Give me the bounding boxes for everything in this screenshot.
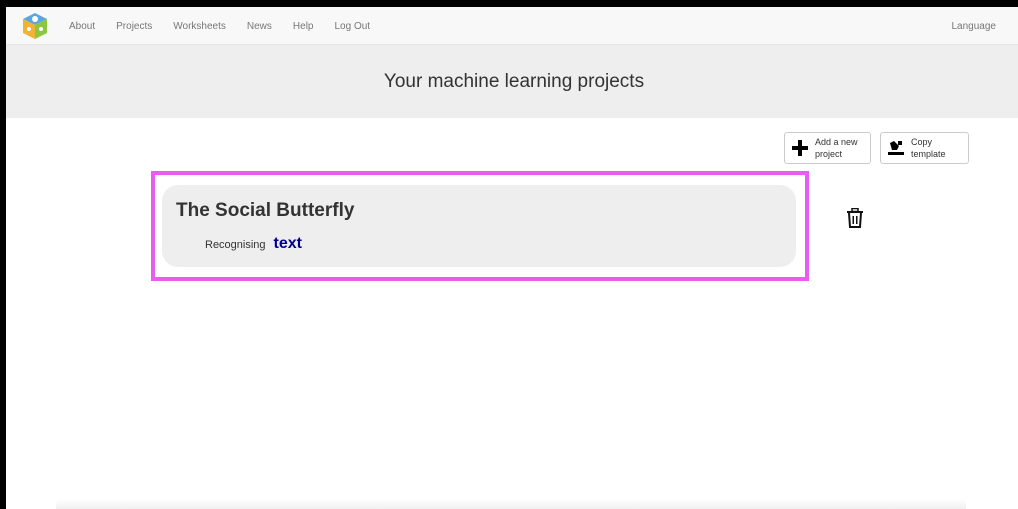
copy-template-icon (888, 141, 904, 155)
add-new-project-label: Add a new project (815, 136, 867, 160)
nav-links: About Projects Worksheets News Help Log … (69, 7, 391, 45)
project-type-value: text (273, 235, 302, 252)
ml4k-logo-icon[interactable] (22, 12, 48, 40)
nav-help[interactable]: Help (293, 21, 314, 32)
add-new-project-button[interactable]: Add a new project (784, 132, 871, 164)
copy-label-line1: Copy (911, 137, 933, 147)
plus-icon (792, 140, 808, 156)
nav-language[interactable]: Language (952, 7, 997, 45)
app-window: About Projects Worksheets News Help Log … (6, 7, 1018, 509)
page-title: Your machine learning projects (383, 70, 645, 92)
nav-projects[interactable]: Projects (116, 21, 152, 32)
add-label-line1: Add a new (815, 137, 858, 147)
project-type: Recognising text (205, 235, 302, 253)
trash-icon[interactable] (846, 208, 864, 228)
project-card[interactable]: The Social Butterfly Recognising text (162, 185, 796, 267)
bottom-shadow (56, 499, 966, 509)
add-label-line2: project (815, 149, 843, 159)
page-header: Your machine learning projects (6, 45, 1018, 118)
project-type-label: Recognising (205, 239, 266, 251)
nav-news[interactable]: News (247, 21, 272, 32)
copy-label-line2: template (911, 149, 946, 159)
nav-worksheets[interactable]: Worksheets (173, 21, 226, 32)
nav-about[interactable]: About (69, 21, 95, 32)
copy-template-button[interactable]: Copy template (880, 132, 969, 164)
project-name: The Social Butterfly (176, 200, 355, 221)
nav-logout[interactable]: Log Out (334, 21, 370, 32)
copy-template-label: Copy template (911, 136, 963, 160)
top-navbar: About Projects Worksheets News Help Log … (6, 7, 1018, 45)
